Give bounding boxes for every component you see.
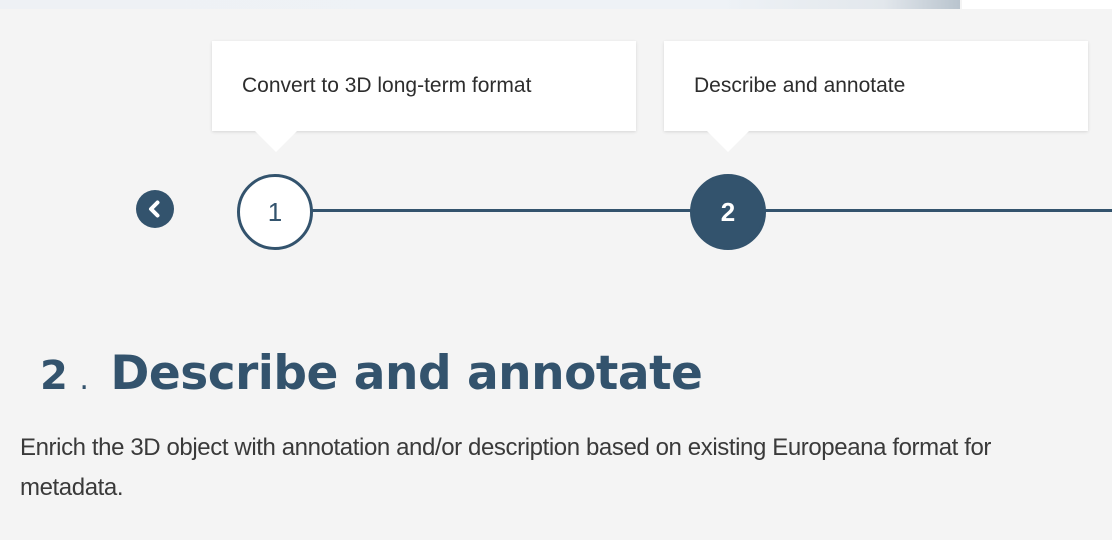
- section-separator: .: [79, 362, 89, 397]
- step-2-number: 2: [720, 196, 736, 227]
- step-1-tooltip: Convert to 3D long-term format: [212, 41, 636, 152]
- step-2-tooltip: Describe and annotate: [664, 41, 1088, 152]
- timeline-step-2[interactable]: 2: [690, 174, 766, 250]
- section-heading: 2. Describe and annotate: [40, 346, 703, 401]
- section-title: Describe and annotate: [110, 346, 703, 401]
- section-description: Enrich the 3D object with annotation and…: [20, 434, 992, 501]
- section-number: 2: [40, 353, 68, 399]
- step-1-tooltip-label: Convert to 3D long-term format: [242, 74, 532, 97]
- step-1-number: 1: [267, 196, 283, 227]
- timeline-step-1[interactable]: 1: [237, 174, 313, 250]
- chevron-left-icon: [149, 200, 160, 218]
- step-2-tooltip-label: Describe and annotate: [694, 74, 906, 97]
- previous-step-button[interactable]: [136, 190, 174, 228]
- top-banner-strip: [0, 0, 960, 9]
- top-banner-strip-right: [962, 0, 1112, 9]
